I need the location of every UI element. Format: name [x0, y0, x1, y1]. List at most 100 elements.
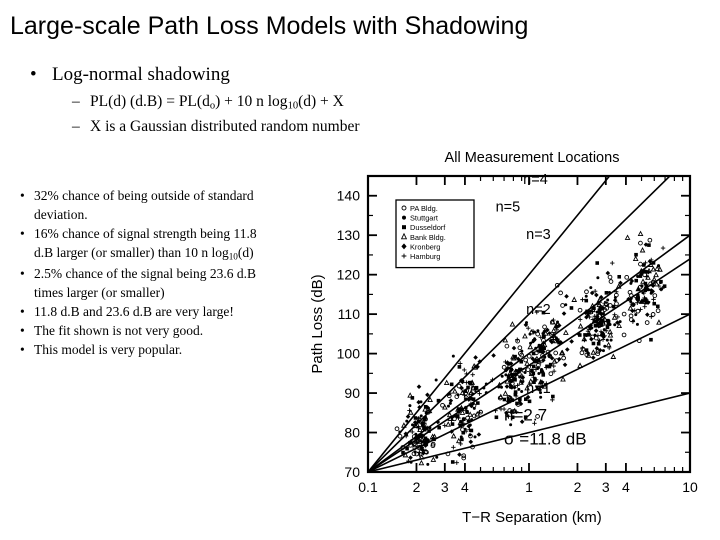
- data-point: [621, 332, 627, 338]
- data-point: [641, 291, 645, 295]
- data-point: [525, 325, 531, 331]
- data-point: [419, 414, 423, 418]
- bullet-level1-text: Log-normal shadowing: [52, 64, 230, 85]
- data-point: [541, 373, 546, 377]
- data-point: [423, 436, 428, 441]
- y-tick-label: 80: [344, 425, 360, 441]
- bullet-dot: •: [20, 304, 25, 320]
- data-point: [594, 292, 599, 298]
- data-point: [596, 276, 600, 280]
- data-point: [589, 336, 594, 342]
- data-point: [641, 269, 646, 274]
- legend-label: Kronberg: [410, 242, 440, 251]
- data-point: [468, 423, 472, 427]
- data-point: [542, 346, 546, 351]
- data-point: [456, 393, 460, 397]
- y-tick-label: 140: [337, 188, 361, 204]
- data-point: [601, 312, 605, 316]
- list-item: • 32% chance of being outside of standar…: [18, 186, 278, 224]
- y-tick-label: 100: [337, 346, 361, 362]
- data-point: [655, 304, 660, 309]
- x-tick-label: 3: [602, 479, 610, 495]
- data-point: [423, 404, 428, 409]
- data-point: [511, 345, 517, 351]
- list-item-text: The fit shown is not very good.: [34, 323, 204, 339]
- data-point: [584, 294, 588, 298]
- data-point: [624, 234, 631, 240]
- data-point: [536, 329, 540, 333]
- list-item: • 16% chance of signal strength being 11…: [18, 224, 278, 263]
- data-point: [473, 355, 478, 360]
- data-point: [636, 275, 640, 279]
- data-point: [607, 274, 613, 280]
- data-point: [659, 281, 663, 285]
- data-point: [564, 294, 569, 299]
- data-point: [617, 274, 622, 279]
- annotation-n4: n=4: [523, 172, 548, 188]
- list-item: • The fit shown is not very good.: [18, 321, 278, 340]
- data-point: [504, 384, 510, 389]
- data-point: [531, 371, 536, 376]
- data-point: [408, 455, 413, 460]
- slide: Large-scale Path Loss Models with Shadow…: [0, 0, 720, 540]
- x-tick-label: 10: [682, 479, 698, 495]
- data-point: [605, 338, 609, 342]
- data-point: [561, 355, 566, 361]
- data-point: [426, 462, 430, 466]
- data-point: [590, 349, 597, 355]
- path-loss-scatter-chart: All Measurement Locations 70 80 90 100 110 12…: [300, 144, 712, 534]
- data-point: [469, 428, 474, 433]
- data-point: [430, 456, 437, 462]
- data-point: [409, 460, 413, 464]
- list-item-text: This model is very popular.: [34, 342, 183, 358]
- data-point: [660, 245, 666, 251]
- data-point: [484, 382, 488, 386]
- data-point: [606, 298, 610, 302]
- data-point: [634, 278, 639, 283]
- data-point: [541, 350, 545, 354]
- data-point: [401, 422, 407, 428]
- data-point: [548, 371, 554, 377]
- data-point: [553, 350, 559, 356]
- data-point: [423, 427, 427, 432]
- list-item-text: 2.5% chance of the signal being 23.6 d.B…: [34, 265, 256, 300]
- data-point: [560, 303, 565, 308]
- data-point: [527, 399, 532, 404]
- list-item: • 11.8 d.B and 23.6 d.B are very large!: [18, 302, 278, 321]
- data-point: [449, 382, 454, 387]
- y-tick-label: 130: [337, 227, 361, 243]
- data-point: [418, 459, 425, 466]
- data-point: [614, 301, 619, 307]
- bullet-log-normal-shadowing: • Log-normal shadowing: [30, 64, 230, 86]
- data-point: [526, 353, 532, 359]
- data-point: [520, 389, 524, 393]
- data-point: [634, 313, 638, 317]
- data-point: [596, 341, 601, 346]
- data-point: [652, 293, 658, 298]
- data-point: [513, 390, 518, 394]
- data-point: [577, 362, 583, 368]
- data-point: [537, 372, 541, 376]
- data-point: [394, 426, 400, 432]
- data-point: [590, 355, 596, 360]
- data-point: [595, 261, 600, 265]
- sub-bullet-formula: – PL(d) (d.B) = PL(do) + 10 n log10(d) + …: [72, 93, 344, 112]
- chart-legend: PA Bldg.StuttgartDusseldorfBank Bldg.Kro…: [395, 199, 475, 269]
- data-point: [450, 460, 455, 464]
- data-point: [535, 331, 541, 337]
- data-point: [550, 397, 555, 403]
- data-point: [639, 247, 646, 253]
- data-point: [457, 452, 462, 457]
- data-point: [640, 284, 644, 288]
- data-point: [589, 286, 593, 290]
- data-point: [595, 351, 601, 357]
- x-tick-label: 3: [441, 479, 449, 495]
- data-point: [405, 414, 411, 419]
- bullet-dot: •: [20, 188, 25, 203]
- data-point: [436, 398, 441, 403]
- legend-marker: [402, 225, 406, 230]
- sub-bullet-formula-text: PL(d) (d.B) = PL(do) + 10 n log10(d) + X: [90, 93, 344, 112]
- data-point: [519, 359, 524, 364]
- data-point: [468, 396, 473, 401]
- data-point: [634, 252, 638, 257]
